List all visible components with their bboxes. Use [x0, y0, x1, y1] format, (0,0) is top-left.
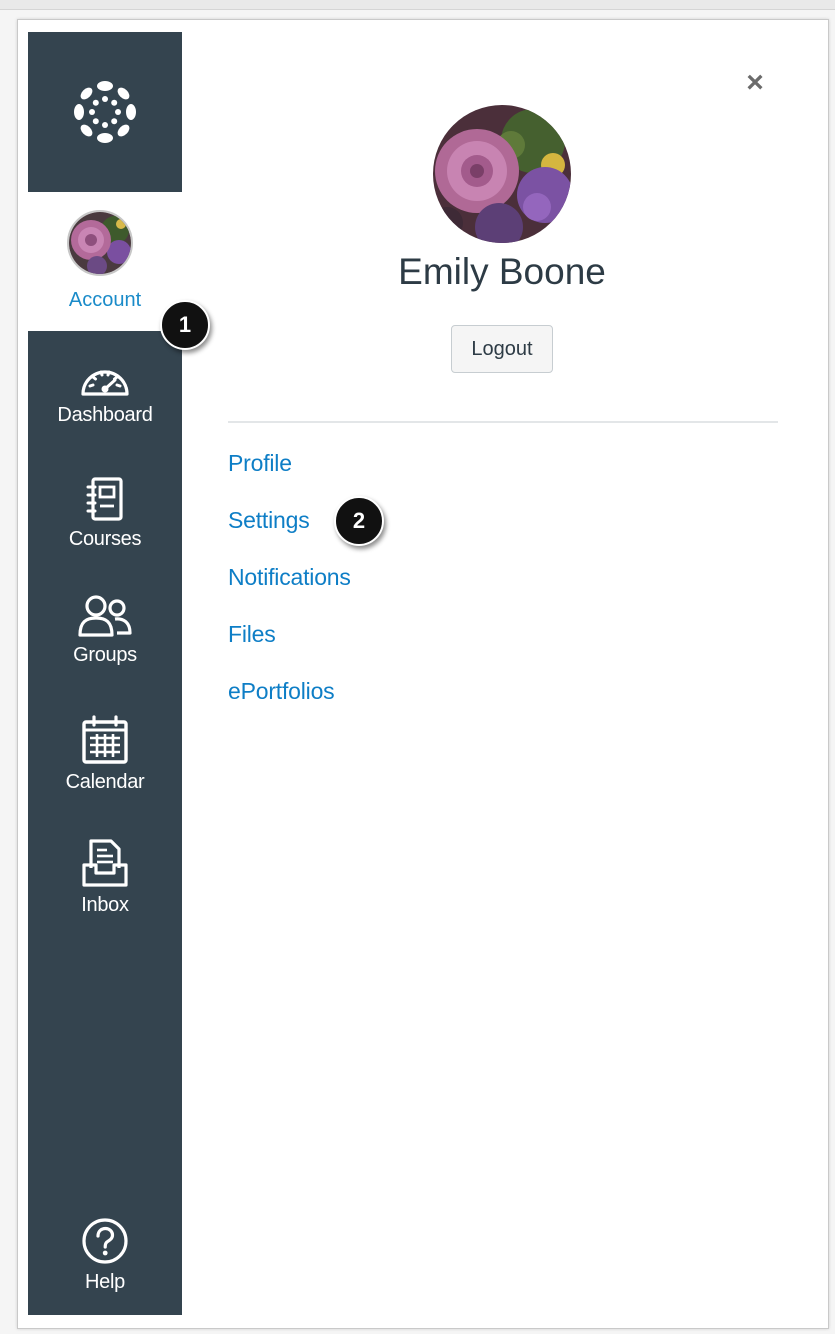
nav-label-courses: Courses	[68, 528, 142, 550]
user-name: Emily Boone	[398, 251, 606, 292]
nav-item-calendar[interactable]: Calendar	[28, 715, 182, 794]
settings-link[interactable]: Settings	[228, 503, 351, 560]
nav-item-help[interactable]: Help	[28, 1217, 182, 1294]
global-navigation: Account Dashboard Courses Groups Calenda…	[28, 32, 182, 1315]
nav-item-groups[interactable]: Groups	[28, 594, 182, 667]
window-top-bar	[0, 0, 835, 10]
profile-avatar	[433, 105, 571, 243]
dashboard-icon	[81, 370, 129, 396]
close-tray-button[interactable]: ×	[740, 68, 770, 98]
groups-icon	[78, 595, 132, 637]
nav-label-help: Help	[85, 1271, 125, 1293]
calendar-icon	[82, 715, 128, 764]
eportfolios-link[interactable]: ePortfolios	[228, 674, 351, 731]
canvas-logo[interactable]	[28, 32, 182, 191]
courses-icon	[86, 477, 123, 521]
inbox-icon	[82, 839, 128, 887]
callout-badge-2: 2	[334, 496, 384, 546]
tray-divider	[228, 421, 778, 423]
help-icon	[82, 1218, 128, 1264]
account-label: Account	[68, 289, 142, 311]
nav-item-courses[interactable]: Courses	[28, 476, 182, 551]
canvas-logo-icon	[74, 80, 136, 143]
logout-button[interactable]: Logout	[451, 325, 553, 373]
profile-link[interactable]: Profile	[228, 446, 351, 503]
nav-label-calendar: Calendar	[65, 771, 145, 793]
nav-item-account[interactable]: Account	[28, 192, 182, 331]
nav-label-dashboard: Dashboard	[57, 404, 153, 426]
nav-item-dashboard[interactable]: Dashboard	[28, 360, 182, 427]
nav-item-inbox[interactable]: Inbox	[28, 838, 182, 917]
account-links: Profile Settings Notifications Files ePo…	[228, 446, 351, 731]
callout-badge-1: 1	[160, 300, 210, 350]
nav-label-groups: Groups	[73, 644, 137, 666]
notifications-link[interactable]: Notifications	[228, 560, 351, 617]
files-link[interactable]: Files	[228, 617, 351, 674]
account-avatar	[67, 210, 133, 276]
nav-label-inbox: Inbox	[81, 894, 129, 916]
